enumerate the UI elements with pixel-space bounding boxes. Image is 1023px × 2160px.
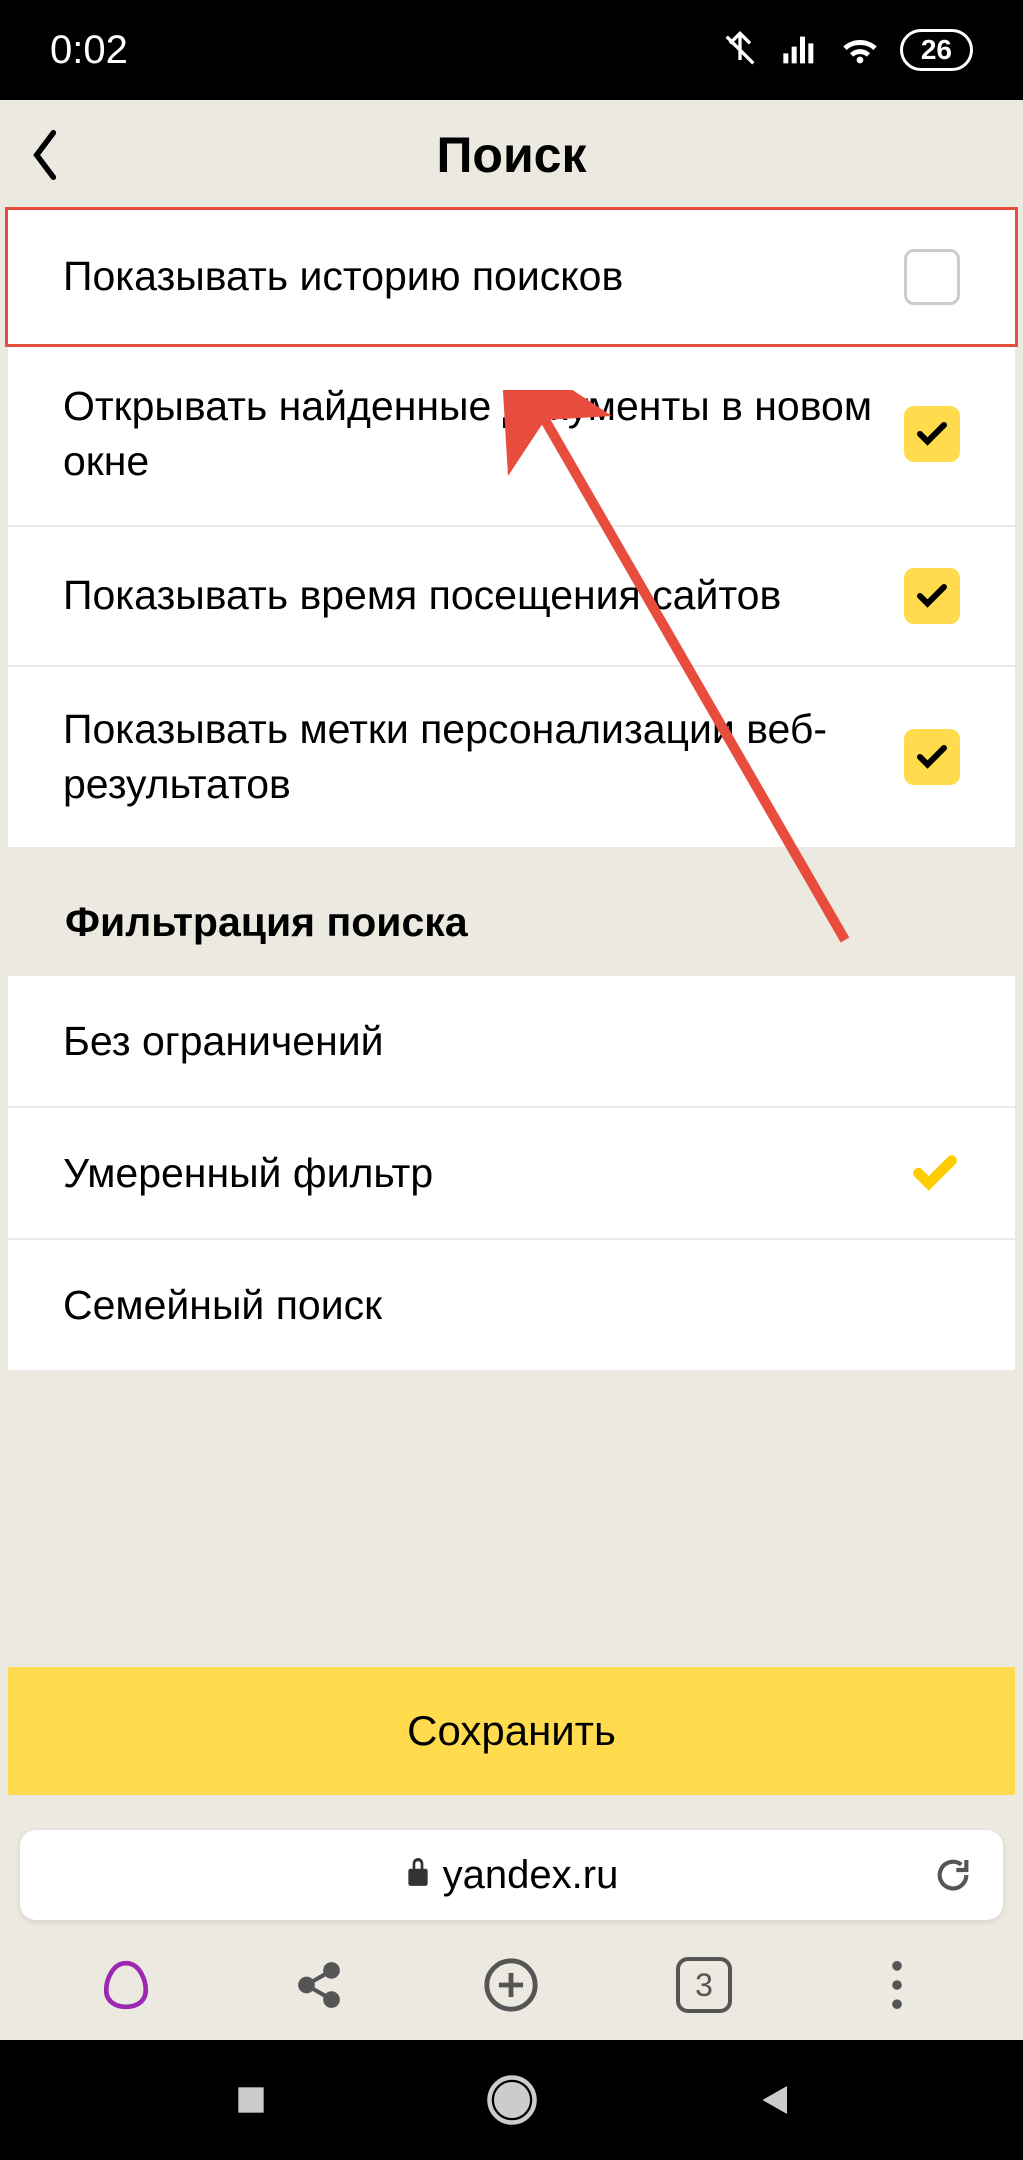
signal-icon — [780, 30, 820, 70]
vibrate-icon — [720, 30, 760, 70]
home-button[interactable] — [482, 2070, 542, 2130]
filter-options: Без ограничений Умеренный фильтр Семейны… — [8, 976, 1015, 1370]
setting-label: Показывать время посещения сайтов — [63, 568, 904, 623]
browser-nav: 3 — [0, 1930, 1023, 2040]
setting-show-visit-time[interactable]: Показывать время посещения сайтов — [8, 527, 1015, 667]
status-bar: 0:02 26 — [0, 0, 1023, 100]
radio-label: Семейный поиск — [63, 1282, 382, 1329]
filter-option-family[interactable]: Семейный поиск — [8, 1240, 1015, 1370]
new-tab-icon[interactable] — [476, 1950, 546, 2020]
filter-section-title: Фильтрация поиска — [0, 847, 1023, 976]
checkbox-checked[interactable] — [904, 568, 960, 624]
tabs-button[interactable]: 3 — [669, 1950, 739, 2020]
radio-unselected — [910, 1016, 960, 1066]
radio-label: Без ограничений — [63, 1018, 384, 1065]
yandex-home-icon[interactable] — [91, 1950, 161, 2020]
setting-show-search-history[interactable]: Показывать историю поисков — [5, 207, 1018, 347]
status-icons: 26 — [720, 29, 973, 71]
checkbox-unchecked[interactable] — [904, 249, 960, 305]
checkbox-checked[interactable] — [904, 406, 960, 462]
url-bar[interactable]: yandex.ru — [20, 1830, 1003, 1920]
share-icon[interactable] — [284, 1950, 354, 2020]
settings-list: Показывать историю поисков Открывать най… — [8, 210, 1015, 847]
status-time: 0:02 — [50, 28, 128, 73]
setting-open-new-window[interactable]: Открывать найденные документы в новом ок… — [8, 344, 1015, 527]
recent-apps-button[interactable] — [221, 2070, 281, 2130]
back-button[interactable] — [0, 100, 90, 210]
back-nav-button[interactable] — [743, 2070, 803, 2130]
radio-unselected — [910, 1280, 960, 1330]
reload-button[interactable] — [933, 1855, 973, 1895]
save-button[interactable]: Сохранить — [8, 1667, 1015, 1795]
radio-selected — [910, 1148, 960, 1198]
filter-option-moderate[interactable]: Умеренный фильтр — [8, 1108, 1015, 1240]
setting-personalization-marks[interactable]: Показывать метки персонализации веб-резу… — [8, 667, 1015, 848]
url-text: yandex.ru — [443, 1853, 619, 1898]
radio-label: Умеренный фильтр — [63, 1150, 433, 1197]
page-header: Поиск — [0, 100, 1023, 210]
filter-option-none[interactable]: Без ограничений — [8, 976, 1015, 1108]
tab-count: 3 — [676, 1957, 732, 2013]
page-title: Поиск — [0, 126, 1023, 184]
setting-label: Показывать историю поисков — [63, 249, 904, 304]
checkbox-checked[interactable] — [904, 729, 960, 785]
setting-label: Открывать найденные документы в новом ок… — [63, 379, 904, 490]
url-bar-area: yandex.ru — [0, 1815, 1023, 1930]
system-nav — [0, 2040, 1023, 2160]
menu-icon[interactable] — [862, 1950, 932, 2020]
wifi-icon — [840, 30, 880, 70]
lock-icon — [405, 1853, 431, 1898]
setting-label: Показывать метки персонализации веб-резу… — [63, 702, 904, 813]
battery-level: 26 — [900, 29, 973, 71]
